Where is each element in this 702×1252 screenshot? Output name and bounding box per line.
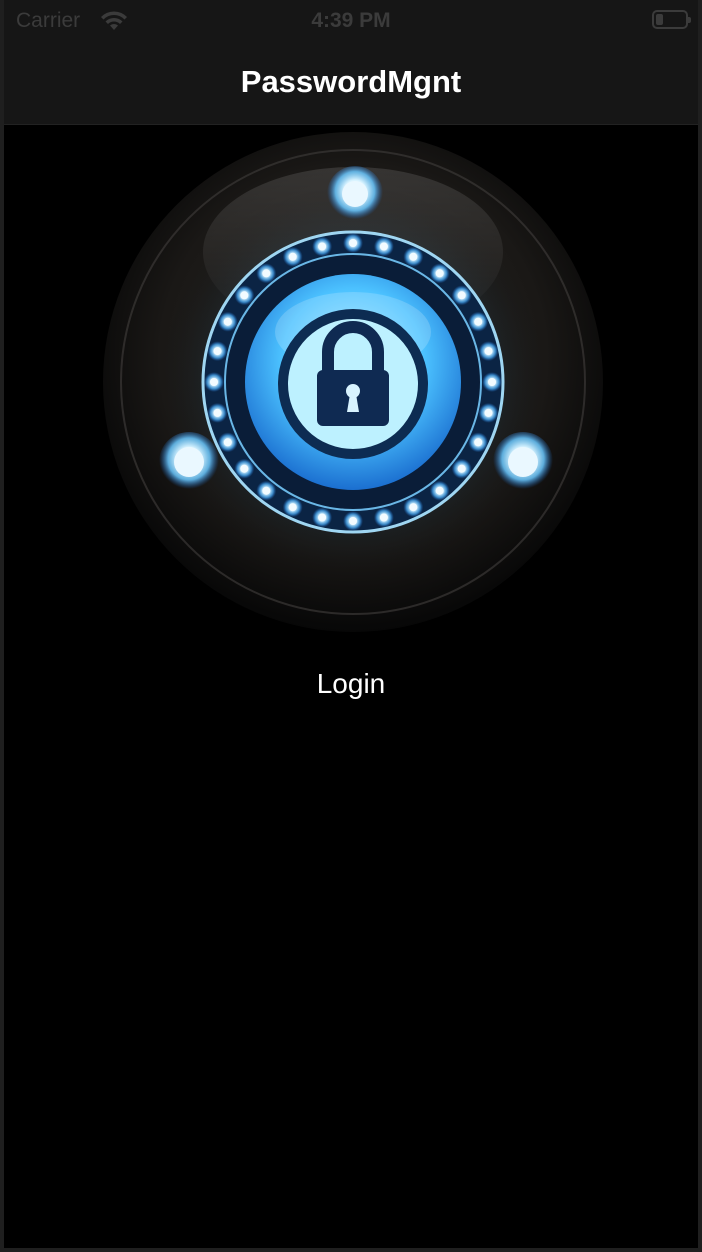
- led-dot-core: [240, 291, 249, 300]
- led-dot-core: [288, 252, 297, 261]
- battery-level: [656, 14, 663, 25]
- led-dot-core: [213, 347, 222, 356]
- led-dot-core: [457, 291, 466, 300]
- led-dot-core: [318, 513, 327, 522]
- led-dot-core: [223, 438, 232, 447]
- led-dot-core: [379, 513, 388, 522]
- led-dot-core: [240, 464, 249, 473]
- led-dot-core: [349, 239, 357, 247]
- app-screen: Carrier 4:39 PM PasswordMgnt Login: [0, 0, 702, 1252]
- battery-icon: [652, 10, 691, 29]
- led-dot-core: [484, 347, 493, 356]
- led-dot-core: [409, 503, 418, 512]
- page-title: PasswordMgnt: [240, 64, 462, 99]
- led-dot-core: [488, 378, 496, 386]
- led-dot-core: [262, 269, 271, 278]
- login-button[interactable]: Login: [4, 668, 698, 700]
- led-dot-core: [223, 317, 232, 326]
- led-dot-core: [457, 464, 466, 473]
- led-dot-core: [349, 517, 357, 525]
- led-dot-core: [435, 269, 444, 278]
- led-dot-core: [484, 408, 493, 417]
- led-dot-core: [288, 503, 297, 512]
- status-bar: Carrier 4:39 PM: [4, 0, 698, 44]
- led-dot-core: [213, 408, 222, 417]
- led-dot-core: [318, 242, 327, 251]
- led-dot-core: [474, 438, 483, 447]
- led-dot-core: [379, 242, 388, 251]
- led-dot-core: [262, 486, 271, 495]
- status-time: 4:39 PM: [311, 9, 391, 32]
- led-dot-core: [474, 317, 483, 326]
- navigation-bar: Carrier 4:39 PM PasswordMgnt: [4, 0, 698, 125]
- led-dot-core: [210, 378, 218, 386]
- led-dot-core: [409, 252, 418, 261]
- led-dot-core: [435, 486, 444, 495]
- padlock-icon: [103, 132, 603, 632]
